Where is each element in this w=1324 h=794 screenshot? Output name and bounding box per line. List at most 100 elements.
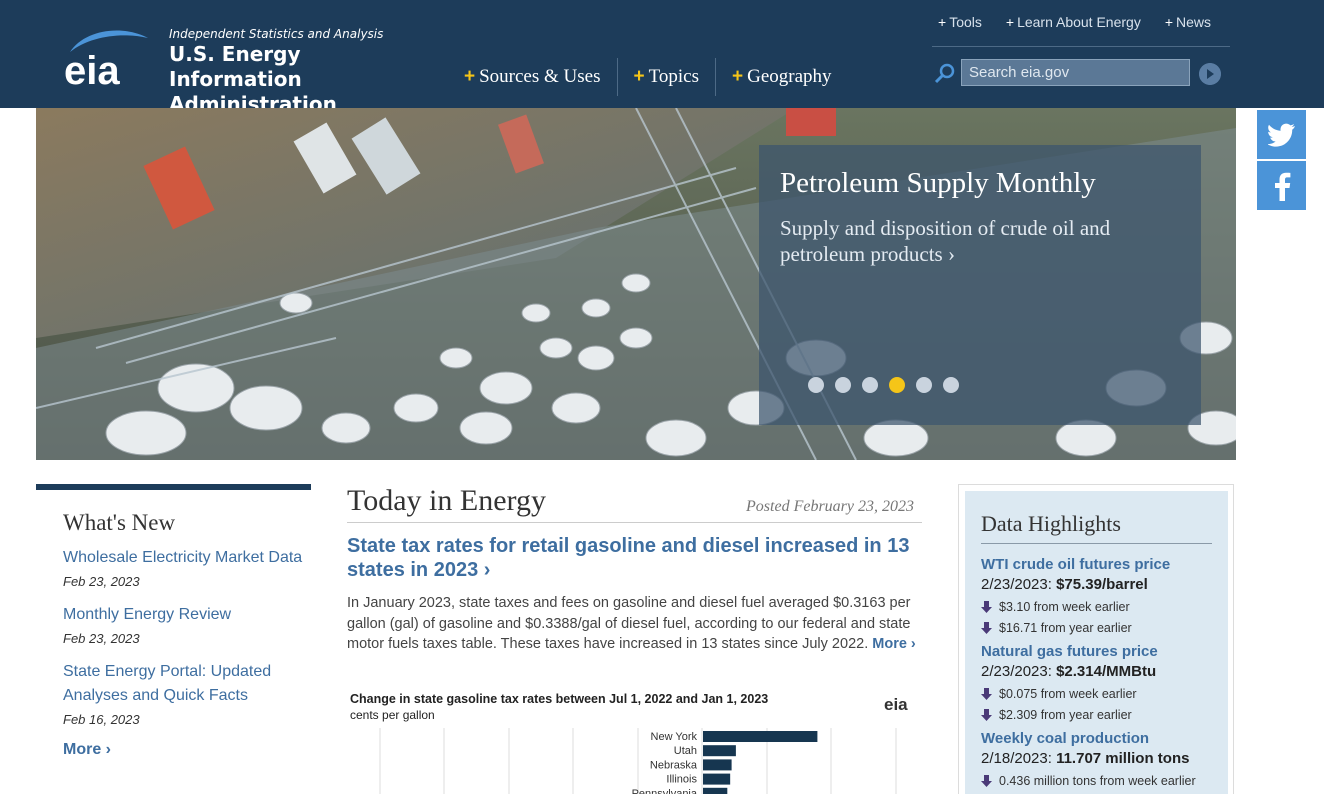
highlight-value: 2/18/2023: 11.707 million tons [981,750,1228,767]
highlight-amount: $75.39/barrel [1056,576,1148,593]
whats-new-date: Feb 23, 2023 [63,574,140,589]
plus-icon: + [732,66,744,87]
nav-label: Sources & Uses [479,66,601,87]
whats-new-link[interactable]: State Energy Portal: Updated Analyses an… [63,660,311,708]
chart-bar [703,773,731,785]
highlight-change: $0.075 from week earlier [981,687,1228,701]
nav-learn-about-energy[interactable]: + Learn About Energy [1006,14,1141,30]
chart-bar [703,759,732,771]
highlight-item: WTI crude oil futures price 2/23/2023: $… [981,556,1228,635]
plus-icon: + [633,66,645,87]
carousel-dot-5[interactable] [916,377,932,393]
article-summary-text: In January 2023, state taxes and fees on… [347,595,911,652]
chart-category-label: New York [651,731,698,743]
hero-title[interactable]: Petroleum Supply Monthly [780,167,1096,200]
site-name[interactable]: U.S. Energy Information Administration [169,42,439,117]
whats-new-item: State Energy Portal: Updated Analyses an… [63,660,311,727]
highlight-change: $16.71 from year earlier [981,621,1228,635]
plus-icon: + [464,66,476,87]
highlight-date: 2/18/2023: [981,750,1052,767]
highlight-label-link[interactable]: WTI crude oil futures price [981,556,1228,573]
highlight-label-link[interactable]: Weekly coal production [981,730,1228,747]
gasoline-tax-chart[interactable]: New York Utah Nebraska Illinois Pennsylvania… [347,690,922,794]
chart-bar [703,787,728,794]
utility-nav: + Tools + Learn About Energy + News [938,14,1211,30]
nav-news[interactable]: + News [1165,14,1211,30]
change-text: $3.10 from week earlier [999,600,1130,614]
whats-new-link[interactable]: Wholesale Electricity Market Data [63,546,311,570]
article-headline-link[interactable]: State tax rates for retail gasoline and … [347,534,922,582]
nav-label: Topics [648,66,699,87]
highlight-value: 2/23/2023: $2.314/MMBtu [981,663,1228,680]
change-text: $16.71 from year earlier [999,621,1132,635]
highlight-label-link[interactable]: Natural gas futures price [981,643,1228,660]
whats-new-more-link[interactable]: More › [63,741,311,759]
data-highlights-section: Data Highlights WTI crude oil futures pr… [958,484,1234,794]
nav-label: Geography [747,66,832,87]
hero-caption-panel: Petroleum Supply Monthly Supply and disp… [759,145,1201,425]
chart-category-label: Utah [674,745,697,757]
down-arrow-icon [981,775,992,787]
search-input[interactable] [961,59,1190,86]
logo-wordmark: eia [64,49,120,90]
highlight-change: $3.10 from week earlier [981,600,1228,614]
eia-logo[interactable]: eia [62,26,152,90]
change-text: $2.309 from year earlier [999,708,1132,722]
whats-new-section: What's New Wholesale Electricity Market … [36,484,311,759]
facebook-button[interactable] [1257,161,1306,210]
change-text: 0.436 million tons from week earlier [999,774,1196,788]
highlight-date: 2/23/2023: [981,576,1052,593]
today-in-energy-section: Today in Energy Posted February 23, 2023… [347,484,922,655]
hero-subtitle-link[interactable]: Supply and disposition of crude oil and … [780,215,1180,267]
article-more-link[interactable]: More › [872,636,916,652]
nav-tools[interactable]: + Tools [938,14,982,30]
whats-new-date: Feb 23, 2023 [63,631,140,646]
plus-icon: + [1164,14,1174,30]
divider [347,522,922,523]
facebook-icon [1274,172,1290,201]
highlight-amount: $2.314/MMBtu [1056,663,1157,680]
nav-sources-uses[interactable]: + Sources & Uses [448,58,618,96]
chart-title: Change in state gasoline tax rates betwe… [350,692,769,706]
carousel-dot-2[interactable] [835,377,851,393]
highlight-value: 2/23/2023: $75.39/barrel [981,576,1228,593]
highlight-amount: 11.707 million tons [1056,750,1190,767]
divider [981,543,1212,544]
search-submit-icon[interactable] [1199,63,1221,85]
search-icon [934,63,955,84]
chart-units: cents per gallon [350,708,435,722]
carousel-dot-1[interactable] [808,377,824,393]
chart-category-label: Nebraska [650,759,698,771]
carousel-dots [808,377,959,393]
highlight-date: 2/23/2023: [981,663,1052,680]
whats-new-title: What's New [63,510,176,535]
carousel-dot-6[interactable] [943,377,959,393]
twitter-icon [1267,123,1295,147]
highlight-change: $2.309 from year earlier [981,708,1228,722]
carousel-dot-3[interactable] [862,377,878,393]
down-arrow-icon [981,622,992,634]
whats-new-date: Feb 16, 2023 [63,712,140,727]
whats-new-item: Wholesale Electricity Market Data Feb 23… [63,546,311,589]
chart-logo: eia [884,695,908,714]
whats-new-item: Monthly Energy Review Feb 23, 2023 [63,603,311,646]
site-name-line1: U.S. Energy Information [169,42,302,91]
posted-date: Posted February 23, 2023 [746,498,914,515]
down-arrow-icon [981,688,992,700]
nav-label: Tools [949,14,982,30]
chart-category-label: Pennsylvania [632,788,698,794]
highlight-change: 0.436 million tons from week earlier [981,774,1228,788]
plus-icon: + [938,14,947,30]
nav-label: Learn About Energy [1017,14,1141,30]
data-highlights-title: Data Highlights [981,511,1121,536]
social-bar [1257,110,1306,212]
twitter-button[interactable] [1257,110,1306,159]
nav-geography[interactable]: + Geography [716,58,848,96]
chart-bar [703,745,736,757]
whats-new-link[interactable]: Monthly Energy Review [63,603,311,627]
nav-topics[interactable]: + Topics [618,58,716,96]
highlight-item: Weekly coal production 2/18/2023: 11.707… [981,730,1228,788]
hero-carousel[interactable]: Petroleum Supply Monthly Supply and disp… [36,108,1236,460]
carousel-dot-4[interactable] [889,377,905,393]
chart-category-label: Illinois [666,774,697,786]
